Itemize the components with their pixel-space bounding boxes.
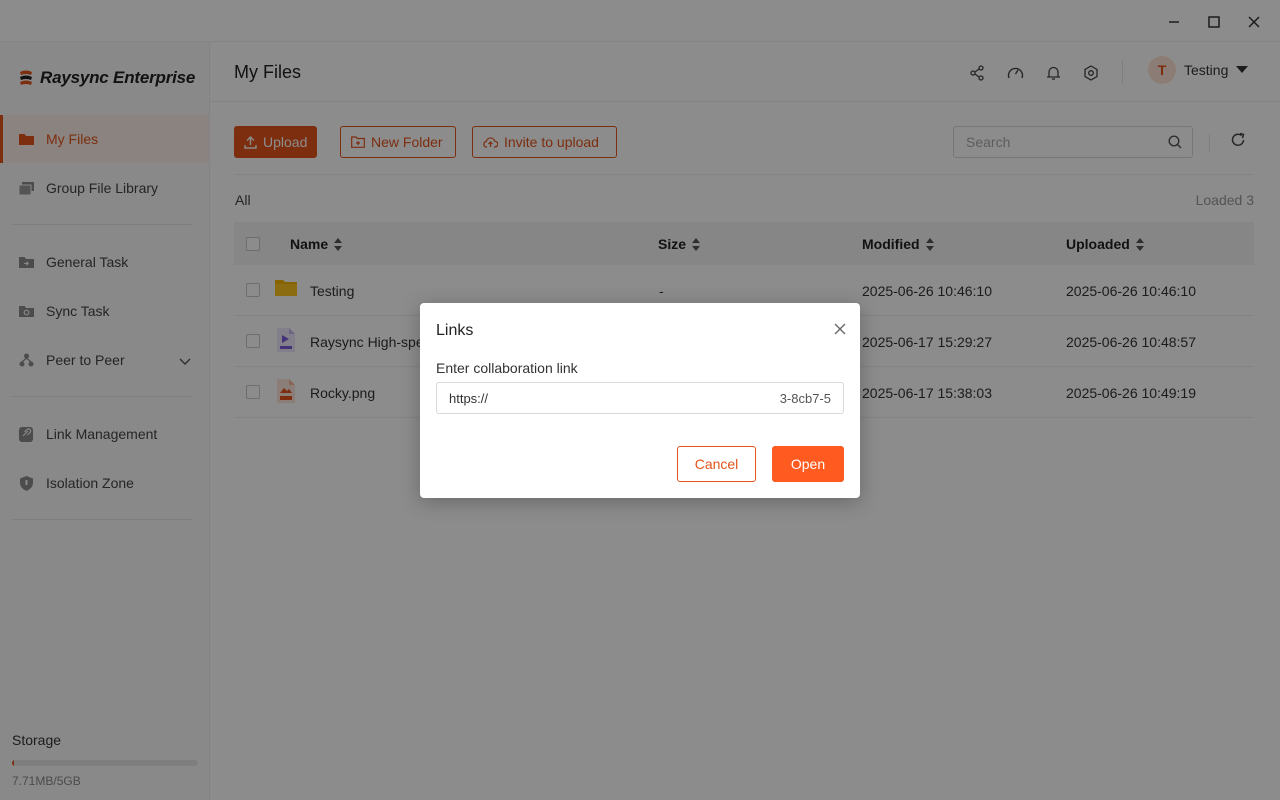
link-input-start: https:// [449,390,489,406]
open-button[interactable]: Open [772,446,844,482]
links-dialog: Links Enter collaboration link https:// … [420,303,860,498]
close-icon[interactable] [834,322,846,338]
collaboration-link-input[interactable]: https:// 3-8cb7-5 [436,382,844,414]
cancel-button[interactable]: Cancel [677,446,756,482]
collaboration-link-label: Enter collaboration link [436,360,578,376]
dialog-title: Links [436,322,474,339]
link-input-end: 3-8cb7-5 [779,390,831,406]
